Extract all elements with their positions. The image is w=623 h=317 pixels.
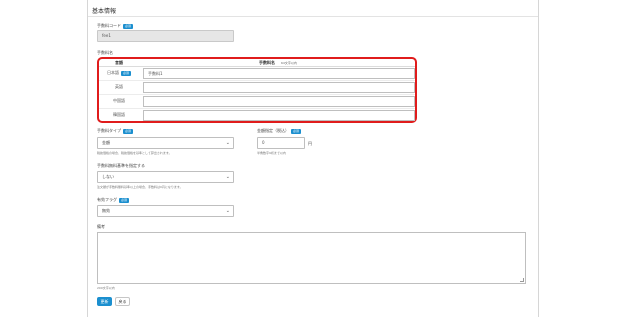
row-language: 中国語 [113,98,125,103]
free-threshold-select[interactable]: しない ⌄ [97,171,234,183]
fee-type-label: 手数料タイプ 必須 [97,128,134,134]
valid-flag-label: 有効フラグ 必須 [97,197,130,203]
required-badge: 必須 [120,70,131,76]
chevron-down-icon: ⌄ [225,208,230,214]
row-language: 韓国語 [113,112,125,117]
fee-name-table: 言語 手数料名 64文字以内 日本語 必須 手数料1 英語 中国語 韓国語 [97,57,417,123]
remarks-label: 備考 [97,224,105,229]
amount-hint: 半角数字9桁まで以内 [257,151,286,155]
fee-name-input-en[interactable] [143,82,415,93]
amount-input[interactable]: 0 [257,137,305,149]
header-fee-name: 手数料名 [259,60,275,65]
row-language: 英語 [115,84,123,89]
required-badge: 必須 [123,128,134,134]
fee-name-row-ko: 韓国語 [99,109,415,123]
fee-type-hint: 税抜価格の場合、税抜価格を基準として算出されます。 [97,151,172,155]
header-language: 言語 [115,60,123,65]
resize-handle-icon[interactable] [520,278,524,282]
fee-code-label: 手数料コード 必須 [97,23,134,29]
fee-code-label-text: 手数料コード [97,23,121,28]
required-badge: 必須 [119,197,130,203]
section-title: 基本情報 [92,8,117,15]
valid-flag-label-text: 有効フラグ [97,197,117,202]
row-language: 日本語 必須 [99,70,139,76]
required-badge: 必須 [291,128,302,134]
fee-type-select[interactable]: 金額 ⌄ [97,137,234,149]
section-divider [88,16,538,17]
fee-name-label: 手数料名 [97,50,113,55]
fee-name-row-ja: 日本語 必須 手数料1 [99,67,415,81]
fee-name-row-en: 英語 [99,81,415,95]
fee-code-field: fee1 [97,30,234,42]
fee-type-value: 金額 [102,140,110,145]
fee-name-table-header: 言語 手数料名 64文字以内 [99,59,415,67]
free-threshold-label: 手数料無料基準を指定する [97,163,145,168]
valid-flag-select[interactable]: 無効 ⌄ [97,205,234,217]
remarks-hint: 200文字以内 [97,286,115,290]
back-button[interactable]: 戻る [115,297,130,306]
required-badge: 必須 [123,23,134,29]
fee-type-label-text: 手数料タイプ [97,128,121,133]
fee-name-row-zh: 中国語 [99,95,415,109]
yen-unit: 円 [308,141,312,146]
fee-name-input-zh[interactable] [143,96,415,107]
amount-label-text: 金額指定（税込） [257,128,289,133]
header-char-limit: 64文字以内 [281,61,297,65]
free-threshold-value: しない [102,174,114,179]
remarks-textarea[interactable] [97,232,526,284]
free-threshold-hint: 注文額が手数料無料基準以上の場合、手数料は0円になります。 [97,185,183,189]
valid-flag-value: 無効 [102,208,110,213]
row-language-text: 日本語 [106,70,119,75]
fee-name-input-ko[interactable] [143,110,415,121]
chevron-down-icon: ⌄ [225,140,230,146]
fee-name-input-ja[interactable]: 手数料1 [143,68,415,79]
amount-label: 金額指定（税込） 必須 [257,128,302,134]
chevron-down-icon: ⌄ [225,174,230,180]
update-button[interactable]: 更新 [97,297,112,306]
